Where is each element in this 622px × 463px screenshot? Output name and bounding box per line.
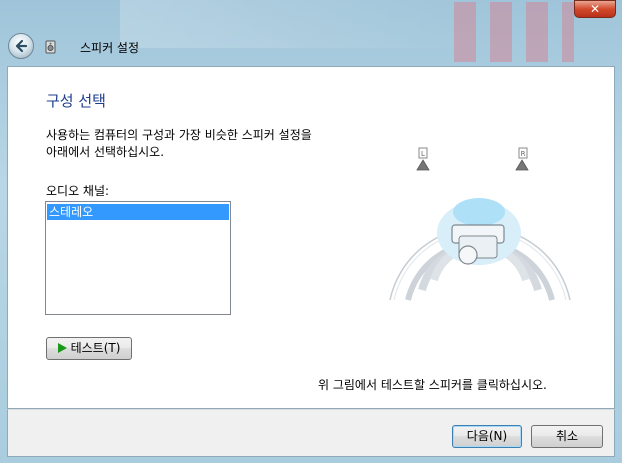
window-title: 스피커 설정 [80,41,140,55]
page-description: 사용하는 컴퓨터의 구성과 가장 비슷한 스피커 설정을 아래에서 선택하십시오… [46,127,346,161]
right-speaker-label: R [521,150,526,158]
test-hint: 위 그림에서 테스트할 스피커를 클릭하십시오. [318,378,547,392]
footer-bar [7,409,615,457]
next-button[interactable]: 다음(N) [452,425,522,448]
back-button[interactable] [8,33,34,59]
speaker-settings-icon [44,40,58,54]
listener-head [458,245,478,265]
description-line-1: 사용하는 컴퓨터의 구성과 가장 비슷한 스피커 설정을 [46,128,312,142]
list-item-stereo[interactable]: 스테레오 [47,204,229,220]
test-button[interactable]: 테스트(T) [46,337,132,360]
test-button-label: 테스트(T) [70,341,121,355]
audio-channel-label: 오디오 채널: [46,184,110,198]
page-title: 구성 선택 [46,92,106,110]
left-speaker-label: L [421,150,425,158]
play-icon [57,342,67,353]
left-speaker-icon [416,159,430,171]
back-arrow-icon [15,39,28,53]
speaker-diagram: L R [380,140,580,310]
right-speaker-icon [515,159,529,171]
cancel-button[interactable]: 취소 [531,425,603,448]
listener-highlight [453,198,505,226]
description-line-2: 아래에서 선택하십시오. [46,145,165,159]
close-button[interactable]: ✕ [574,0,616,18]
audio-channel-list[interactable]: 스테레오 [45,201,231,315]
